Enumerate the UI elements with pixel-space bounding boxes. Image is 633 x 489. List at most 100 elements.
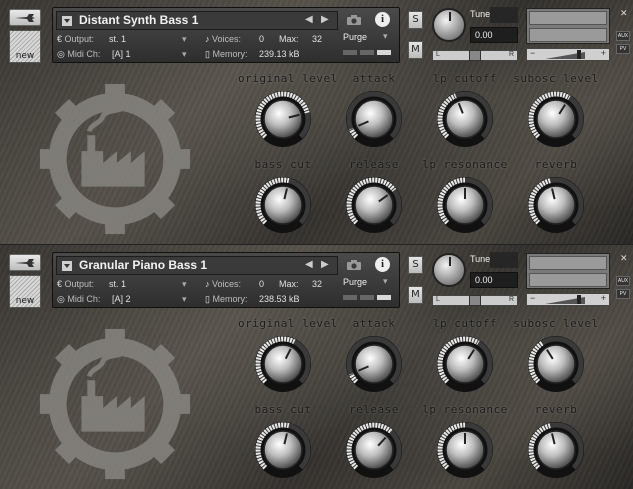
aux-button[interactable]: AUX [616, 276, 630, 286]
pv-button[interactable]: PV [616, 289, 630, 299]
voices-value: 0 [259, 34, 265, 44]
knob-attack[interactable] [345, 335, 403, 393]
purge-dropdown-icon[interactable]: ▾ [383, 277, 388, 287]
title-bar: Granular Piano Bass 1 ◀ ▶ [56, 256, 338, 275]
instrument-name[interactable]: Granular Piano Bass 1 [79, 258, 207, 272]
purge-dropdown-icon[interactable]: ▾ [383, 32, 388, 42]
wrench-edit-button[interactable] [9, 254, 41, 271]
volume-plus-icon[interactable]: + [601, 293, 606, 303]
pan-right-label: R [508, 51, 514, 58]
wrench-icon [15, 13, 35, 22]
knob-lp-resonance[interactable] [436, 176, 494, 234]
volume-handle[interactable] [577, 295, 581, 304]
wrench-edit-button[interactable] [9, 9, 41, 26]
max-voices-value[interactable]: 32 [312, 34, 322, 44]
knob-label: subosc level [513, 72, 599, 85]
instrument-name[interactable]: Distant Synth Bass 1 [79, 13, 198, 27]
purge-menu[interactable]: Purge [343, 277, 367, 287]
max-voices-value[interactable]: 32 [312, 279, 322, 289]
mute-button[interactable]: M [408, 41, 423, 59]
knob-lp-resonance[interactable] [436, 421, 494, 479]
midi-dropdown-icon[interactable]: ▾ [182, 49, 187, 60]
tune-background [490, 252, 518, 268]
knob-original-level[interactable] [254, 90, 312, 148]
next-instrument-icon[interactable]: ▶ [321, 14, 329, 25]
tune-knob[interactable] [432, 8, 466, 42]
knob-bass-cut[interactable] [254, 176, 312, 234]
prev-instrument-icon[interactable]: ◀ [305, 259, 313, 270]
volume-handle[interactable] [577, 50, 581, 59]
knob-cell-bass-cut: bass cut [238, 403, 328, 479]
knob-attack[interactable] [345, 90, 403, 148]
pan-handle[interactable] [469, 50, 481, 61]
meter-bar-left [529, 256, 607, 270]
new-button[interactable]: new [9, 30, 41, 63]
knob-lp-cutoff[interactable] [436, 335, 494, 393]
voices-label: Voices: [212, 279, 242, 289]
close-icon[interactable]: ✕ [620, 254, 628, 264]
output-dropdown-icon[interactable]: ▾ [182, 279, 187, 290]
new-label: new [15, 296, 35, 306]
new-button[interactable]: new [9, 275, 41, 308]
midi-value[interactable]: [A] 2 [112, 294, 131, 304]
voices-value: 0 [259, 279, 265, 289]
volume-slider[interactable]: − + [526, 48, 610, 61]
volume-minus-icon[interactable]: − [530, 293, 535, 303]
knob-bass-cut[interactable] [254, 421, 312, 479]
memory-value: 239.13 kB [259, 49, 300, 59]
knob-subosc-level[interactable] [527, 335, 585, 393]
factory-gear-logo-icon [39, 328, 191, 480]
midi-label: Midi Ch: [67, 294, 101, 304]
aux-button[interactable]: AUX [616, 31, 630, 41]
info-icon[interactable]: i [375, 12, 390, 27]
midi-value[interactable]: [A] 1 [112, 49, 131, 59]
knob-cell-attack: attack [329, 317, 419, 393]
close-icon[interactable]: ✕ [620, 9, 628, 19]
camera-icon[interactable] [343, 12, 365, 28]
knob-release[interactable] [345, 421, 403, 479]
meter-bar-right [529, 273, 607, 287]
dropdown-arrow-icon[interactable] [62, 16, 72, 26]
knob-original-level[interactable] [254, 335, 312, 393]
solo-button[interactable]: S [408, 256, 423, 274]
solo-button[interactable]: S [408, 11, 423, 29]
pan-handle[interactable] [469, 295, 481, 306]
knob-cell-reverb: reverb [511, 158, 601, 234]
max-label: Max: [279, 34, 299, 44]
tune-value[interactable]: 0.00 [470, 27, 518, 43]
tune-value[interactable]: 0.00 [470, 272, 518, 288]
pan-slider[interactable]: L R [432, 295, 518, 306]
knob-reverb[interactable] [527, 421, 585, 479]
camera-icon[interactable] [343, 257, 365, 273]
knob-label: release [349, 403, 399, 416]
new-label: new [15, 51, 35, 61]
volume-slider[interactable]: − + [526, 293, 610, 306]
prev-instrument-icon[interactable]: ◀ [305, 14, 313, 25]
instrument-header: Distant Synth Bass 1 ◀ ▶ i € Output: st.… [52, 7, 400, 63]
instrument-panel-2: new Granular Piano Bass 1 ◀ ▶ i € Output… [0, 244, 633, 489]
knob-lp-cutoff[interactable] [436, 90, 494, 148]
knob-reverb[interactable] [527, 176, 585, 234]
midi-dropdown-icon[interactable]: ▾ [182, 294, 187, 305]
tune-knob[interactable] [432, 253, 466, 287]
knob-subosc-level[interactable] [527, 90, 585, 148]
next-instrument-icon[interactable]: ▶ [321, 259, 329, 270]
output-value[interactable]: st. 1 [109, 279, 126, 289]
knob-label: original level [238, 72, 338, 85]
output-value[interactable]: st. 1 [109, 34, 126, 44]
knob-release[interactable] [345, 176, 403, 234]
factory-gear-logo-icon [39, 83, 191, 235]
knob-cell-lp-cutoff: lp cutoff [420, 72, 510, 148]
output-dropdown-icon[interactable]: ▾ [182, 34, 187, 45]
pv-button[interactable]: PV [616, 44, 630, 54]
volume-plus-icon[interactable]: + [601, 48, 606, 58]
knob-label: lp resonance [422, 158, 508, 171]
dropdown-arrow-icon[interactable] [62, 261, 72, 271]
mute-button[interactable]: M [408, 286, 423, 304]
midi-label-row: ◎ Midi Ch: [57, 294, 101, 304]
volume-minus-icon[interactable]: − [530, 48, 535, 58]
purge-menu[interactable]: Purge [343, 32, 367, 42]
info-icon[interactable]: i [375, 257, 390, 272]
output-label: Output: [64, 279, 95, 289]
pan-slider[interactable]: L R [432, 50, 518, 61]
